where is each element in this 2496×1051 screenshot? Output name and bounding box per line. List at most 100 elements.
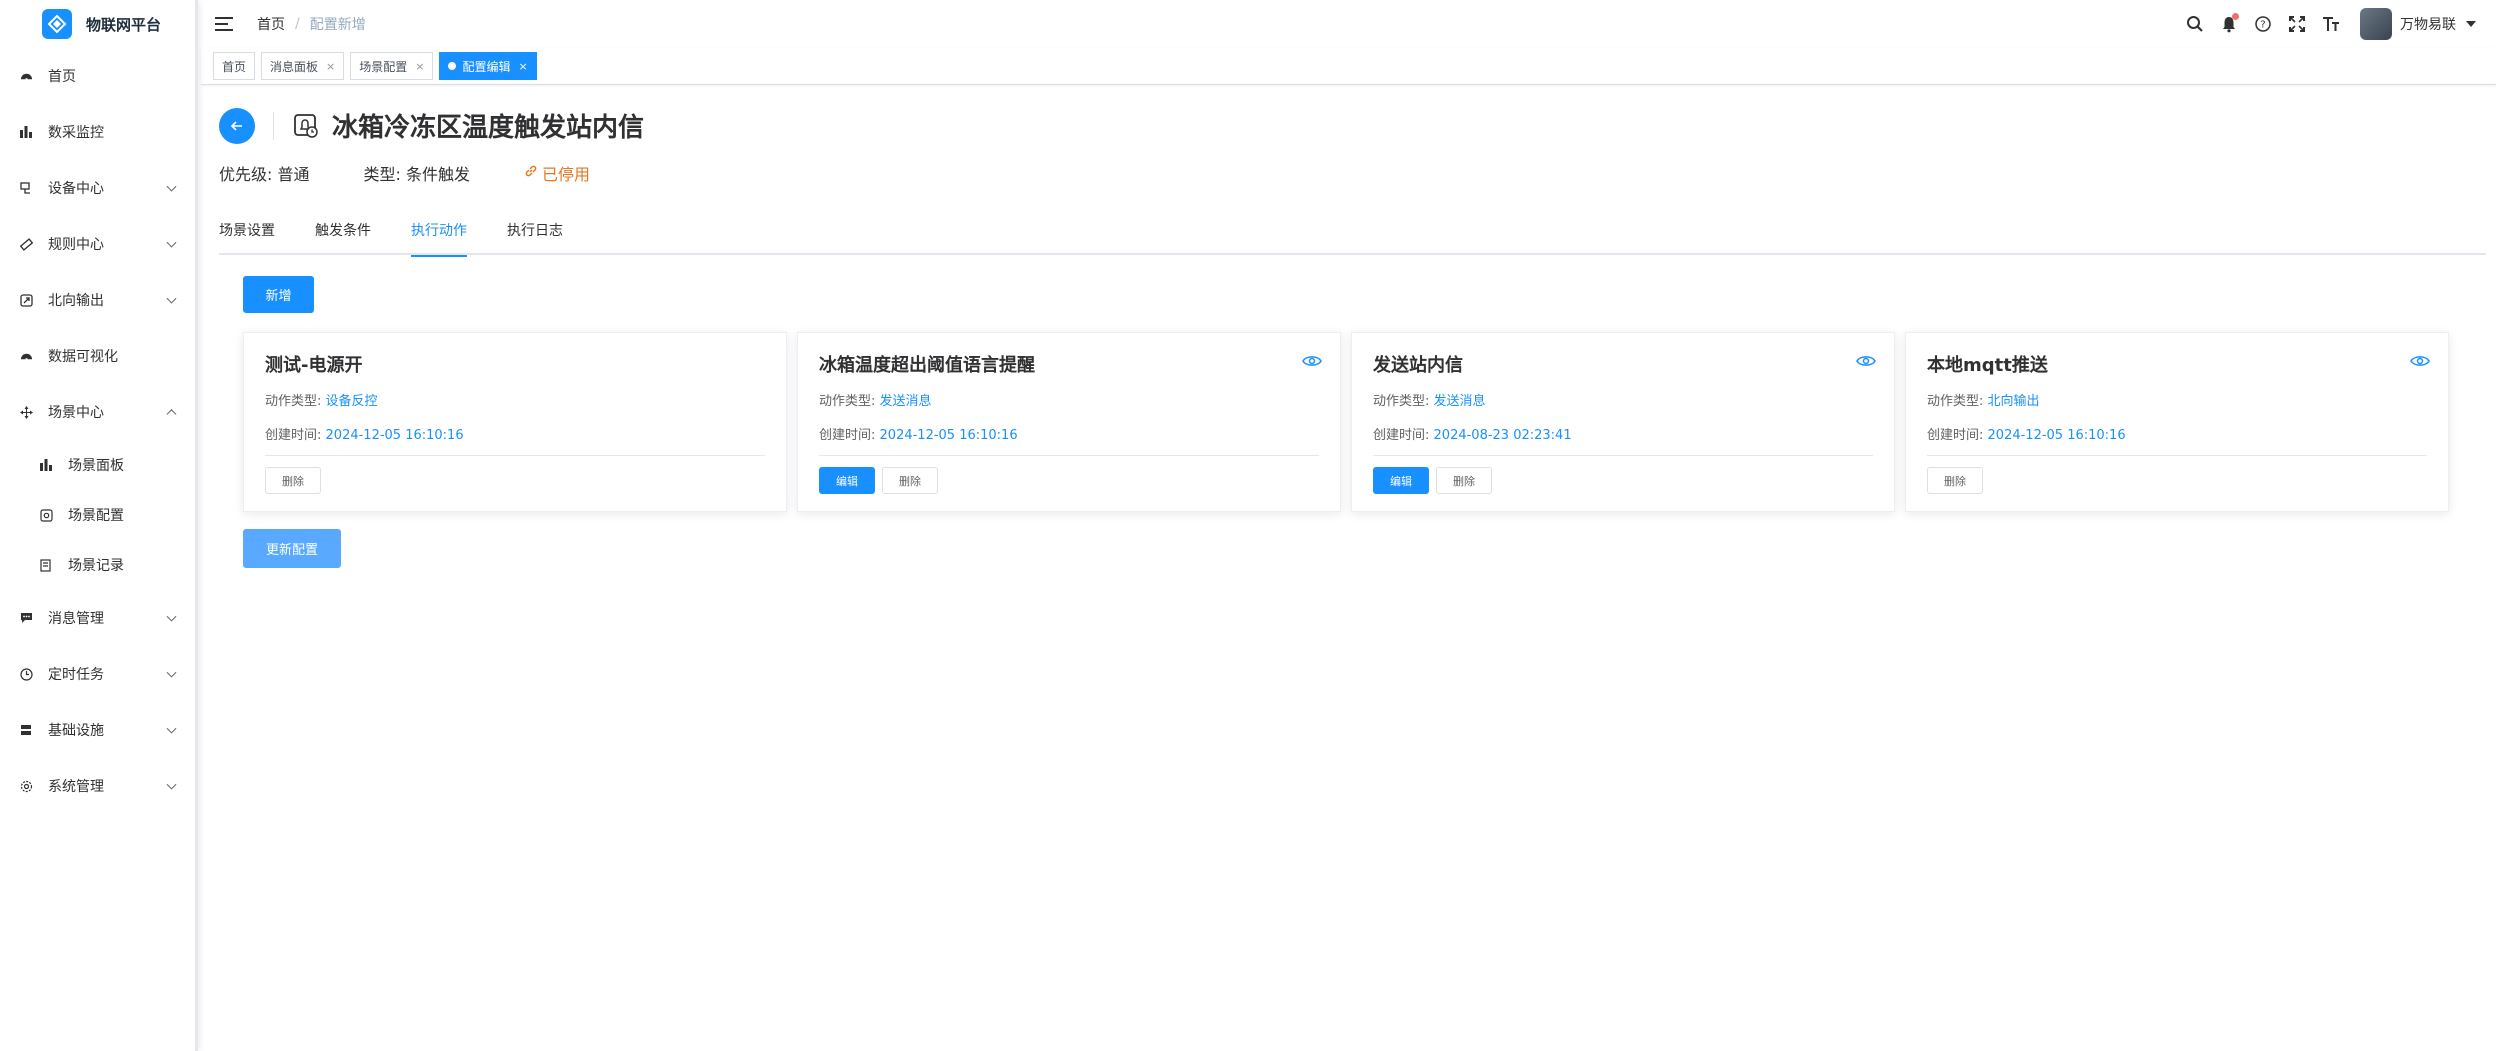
edit-button[interactable]: 编辑 <box>819 467 875 494</box>
search-icon[interactable] <box>2184 13 2206 35</box>
bell-icon[interactable] <box>2218 13 2240 35</box>
sidebar-item-label: 场景面板 <box>68 458 124 474</box>
export-icon <box>18 292 34 308</box>
action-cards: 测试-电源开 动作类型: 设备反控 创建时间: 2024-12-05 16:10… <box>243 332 2459 512</box>
action-card: 发送站内信 动作类型: 发送消息 创建时间: 2024-08-23 02:23:… <box>1351 332 1895 512</box>
help-icon[interactable]: ? <box>2252 13 2274 35</box>
breadcrumb-separator: / <box>295 16 300 32</box>
tag-label: 首页 <box>222 59 247 74</box>
delete-button[interactable]: 删除 <box>1927 467 1983 494</box>
created-time-label: 创建时间: <box>265 428 322 443</box>
sidebar: 物联网平台 首页 数采监控 设备中心 规则中心 北向输出 数据可视化 场景中心 … <box>0 0 198 1051</box>
action-type-value: 北向输出 <box>1987 394 2040 409</box>
close-icon[interactable]: × <box>519 60 528 73</box>
tags-view: 首页 消息面板 × 场景配置 × 配置编辑 × <box>201 48 2496 85</box>
fullscreen-icon[interactable] <box>2286 13 2308 35</box>
action-type-label: 动作类型: <box>265 394 322 409</box>
sidebar-item-scene-config[interactable]: 场景配置 <box>0 490 195 540</box>
delete-button[interactable]: 删除 <box>265 467 321 494</box>
card-actions: 编辑 删除 <box>1373 467 1873 494</box>
menu-toggle-icon[interactable] <box>215 17 233 31</box>
sidebar-item-label: 场景中心 <box>48 405 104 421</box>
status-badge[interactable]: 已停用 <box>524 161 590 185</box>
tag-home[interactable]: 首页 <box>213 52 256 80</box>
chevron-down-icon <box>166 723 177 734</box>
sidebar-item-data-monitor[interactable]: 数采监控 <box>0 104 195 160</box>
scene-submenu: 场景面板 场景配置 场景记录 <box>0 440 195 590</box>
avatar[interactable] <box>2360 8 2392 40</box>
sidebar-item-north-output[interactable]: 北向输出 <box>0 272 195 328</box>
eye-icon[interactable] <box>1302 353 1322 367</box>
sidebar-item-scheduled-task[interactable]: 定时任务 <box>0 646 195 702</box>
sidebar-item-label: 基础设施 <box>48 723 104 739</box>
tag-config-edit[interactable]: 配置编辑 × <box>439 52 537 80</box>
card-title: 测试-电源开 <box>265 355 363 376</box>
delete-button[interactable]: 删除 <box>1436 467 1492 494</box>
link-icon <box>524 164 538 182</box>
sidebar-item-label: 消息管理 <box>48 611 104 627</box>
created-time-row: 创建时间: 2024-08-23 02:23:41 <box>1373 425 1873 447</box>
sidebar-item-data-visualization[interactable]: 数据可视化 <box>0 328 195 384</box>
page-title: 冰箱冷冻区温度触发站内信 <box>332 113 645 143</box>
update-config-button[interactable]: 更新配置 <box>243 529 341 568</box>
created-time-value: 2024-08-23 02:23:41 <box>1433 428 1572 443</box>
message-icon <box>18 610 34 626</box>
sidebar-item-system-management[interactable]: 系统管理 <box>0 758 195 814</box>
caret-down-icon[interactable] <box>2466 21 2476 27</box>
sidebar-item-message-management[interactable]: 消息管理 <box>0 590 195 646</box>
tab-execute-actions[interactable]: 执行动作 <box>411 219 467 257</box>
font-size-icon[interactable] <box>2320 13 2342 35</box>
card-title: 发送站内信 <box>1373 355 1463 376</box>
edit-button[interactable]: 编辑 <box>1373 467 1429 494</box>
card-divider <box>265 455 765 456</box>
back-button[interactable] <box>219 107 255 144</box>
device-icon <box>18 180 34 196</box>
sidebar-item-label: 场景配置 <box>68 508 124 524</box>
close-icon[interactable]: × <box>415 60 424 73</box>
sidebar-item-device-center[interactable]: 设备中心 <box>0 160 195 216</box>
eye-icon[interactable] <box>1856 353 1876 367</box>
sidebar-item-scene-center[interactable]: 场景中心 <box>0 384 195 440</box>
action-type-row: 动作类型: 设备反控 <box>265 391 765 413</box>
logo-icon <box>42 9 72 39</box>
sidebar-item-rule-center[interactable]: 规则中心 <box>0 216 195 272</box>
sidebar-item-label: 数采监控 <box>48 125 104 141</box>
chevron-down-icon <box>166 237 177 248</box>
sidebar-item-label: 规则中心 <box>48 237 104 253</box>
action-type-value: 设备反控 <box>325 394 378 409</box>
action-card: 本地mqtt推送 动作类型: 北向输出 创建时间: 2024-12-05 16:… <box>1905 332 2449 512</box>
close-icon[interactable]: × <box>326 60 335 73</box>
sidebar-item-home[interactable]: 首页 <box>0 48 195 104</box>
breadcrumb-home[interactable]: 首页 <box>257 14 285 34</box>
sidebar-item-scene-record[interactable]: 场景记录 <box>0 540 195 590</box>
logo[interactable]: 物联网平台 <box>0 0 195 48</box>
created-time-row: 创建时间: 2024-12-05 16:10:16 <box>265 425 765 447</box>
scene-meta: 优先级: 普通 类型: 条件触发 已停用 <box>219 161 590 185</box>
sidebar-item-scene-panel[interactable]: 场景面板 <box>0 440 195 490</box>
record-icon <box>38 557 54 573</box>
username[interactable]: 万物易联 <box>2400 14 2456 34</box>
tab-trigger-conditions[interactable]: 触发条件 <box>315 219 371 255</box>
tag-message-panel[interactable]: 消息面板 × <box>261 52 345 80</box>
eye-icon[interactable] <box>2410 353 2430 367</box>
main-content: 冰箱冷冻区温度触发站内信 优先级: 普通 类型: 条件触发 已停用 场景设置 触… <box>201 85 2496 1051</box>
created-time-label: 创建时间: <box>1373 428 1430 443</box>
dashboard-icon <box>18 68 34 84</box>
sidebar-item-infrastructure[interactable]: 基础设施 <box>0 702 195 758</box>
divider <box>273 111 274 140</box>
bar-chart-icon <box>38 457 54 473</box>
tag-label: 配置编辑 <box>462 59 511 74</box>
tab-execution-log[interactable]: 执行日志 <box>507 219 563 255</box>
chevron-down-icon <box>166 293 177 304</box>
tag-scene-config[interactable]: 场景配置 × <box>350 52 434 80</box>
action-type-label: 动作类型: <box>1373 394 1430 409</box>
tabs: 场景设置 触发条件 执行动作 执行日志 <box>219 219 2486 257</box>
tab-scene-settings[interactable]: 场景设置 <box>219 219 275 255</box>
delete-button[interactable]: 删除 <box>882 467 938 494</box>
action-type-row: 动作类型: 发送消息 <box>819 391 1319 413</box>
add-button[interactable]: 新增 <box>243 276 314 313</box>
action-type-label: 动作类型: <box>1927 394 1984 409</box>
chevron-down-icon <box>166 181 177 192</box>
chevron-down-icon <box>166 667 177 678</box>
active-dot-icon <box>448 62 457 70</box>
